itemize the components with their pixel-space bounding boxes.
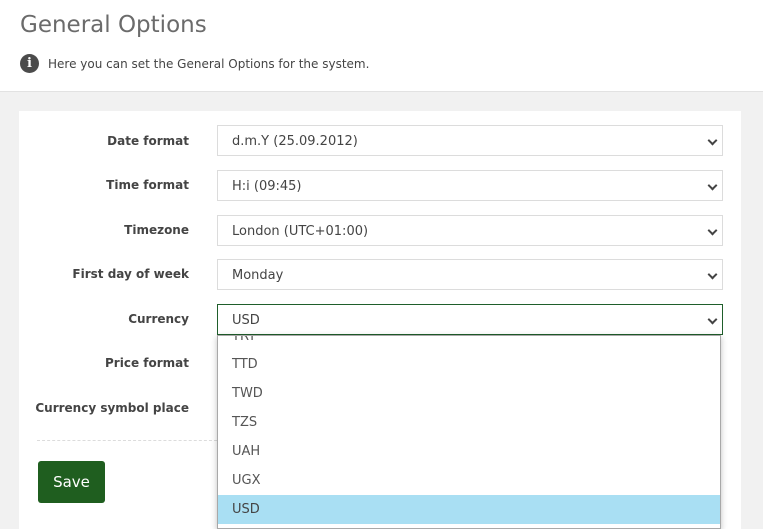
info-icon: i	[20, 54, 39, 73]
currency-dropdown-list[interactable]: TRY TTD TWD TZS UAH UGX USD	[217, 335, 721, 529]
chevron-down-icon	[707, 269, 718, 280]
divider	[37, 440, 217, 441]
chevron-down-icon	[707, 180, 718, 191]
timezone-value: London (UTC+01:00)	[232, 224, 369, 239]
first-day-select[interactable]: Monday	[217, 259, 723, 290]
date-format-label: Date format	[107, 134, 189, 148]
chevron-down-icon	[707, 225, 718, 236]
save-button[interactable]: Save	[38, 461, 105, 503]
chevron-down-icon	[707, 314, 718, 325]
first-day-value: Monday	[232, 268, 284, 283]
price-format-label: Price format	[105, 356, 189, 370]
timezone-select[interactable]: London (UTC+01:00)	[217, 215, 723, 246]
currency-value: USD	[232, 313, 260, 328]
currency-option-selected[interactable]: USD	[218, 495, 720, 524]
first-day-label: First day of week	[72, 267, 189, 281]
page-header: General Options i Here you can set the G…	[0, 0, 763, 92]
currency-symbol-place-label: Currency symbol place	[35, 401, 189, 415]
chevron-down-icon	[707, 135, 718, 146]
info-text: Here you can set the General Options for…	[48, 57, 370, 71]
currency-option[interactable]: UGX	[218, 466, 720, 495]
time-format-label: Time format	[106, 178, 189, 192]
page-title: General Options	[20, 12, 207, 38]
currency-option[interactable]: TRY	[218, 336, 720, 351]
time-format-select[interactable]: H:i (09:45)	[217, 170, 723, 201]
currency-select[interactable]: USD	[217, 304, 723, 335]
date-format-value: d.m.Y (25.09.2012)	[232, 134, 358, 149]
currency-option[interactable]: TZS	[218, 408, 720, 437]
currency-option[interactable]: UAH	[218, 437, 720, 466]
currency-option[interactable]: TWD	[218, 379, 720, 408]
currency-option[interactable]: TTD	[218, 350, 720, 379]
time-format-value: H:i (09:45)	[232, 179, 302, 194]
timezone-label: Timezone	[124, 223, 189, 237]
date-format-select[interactable]: d.m.Y (25.09.2012)	[217, 125, 723, 156]
currency-label: Currency	[128, 312, 189, 326]
